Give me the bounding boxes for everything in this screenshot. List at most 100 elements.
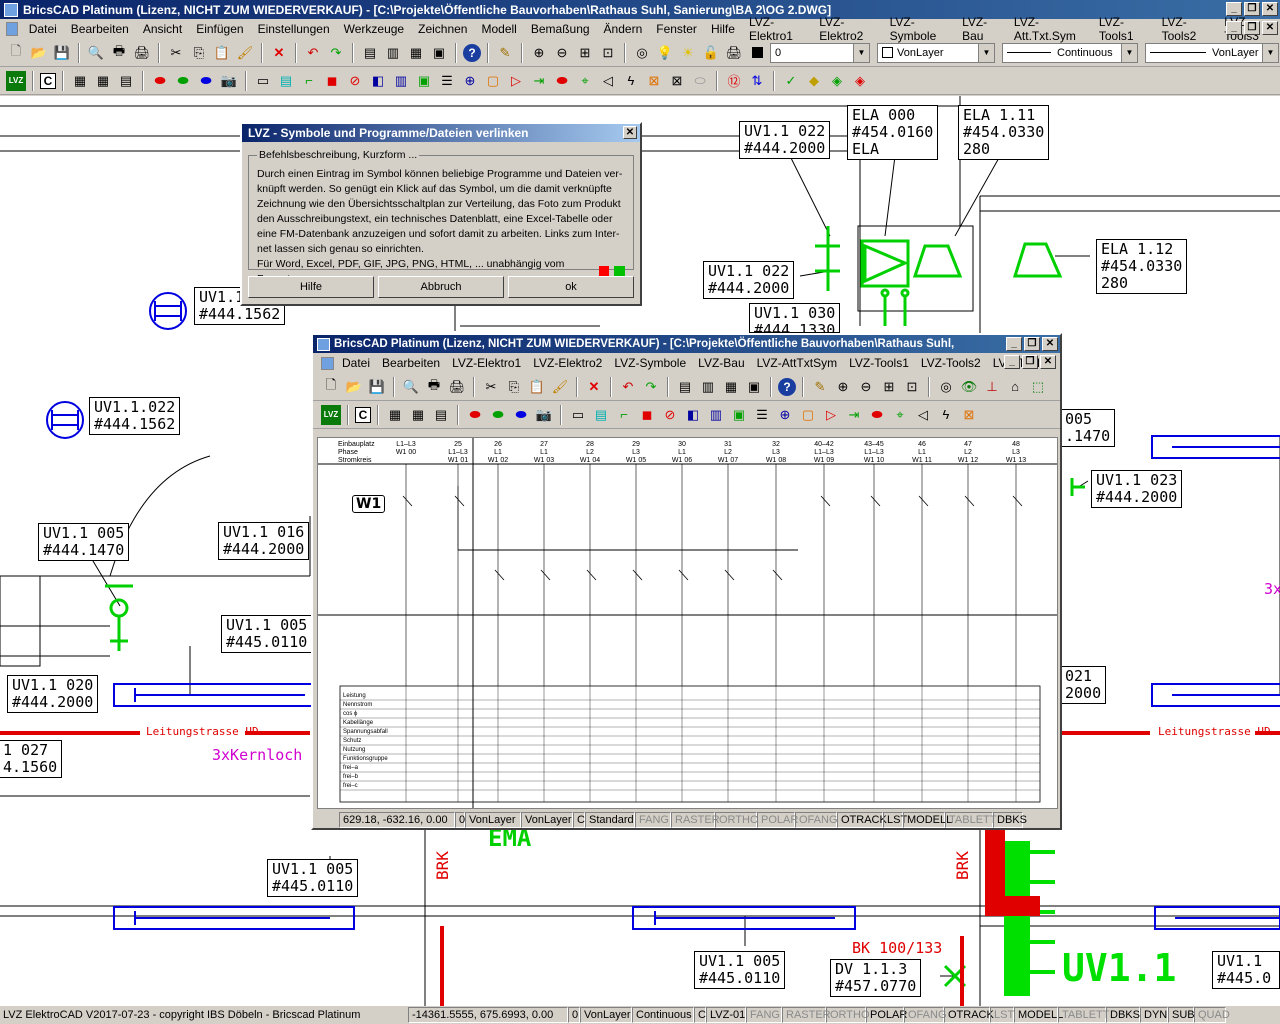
child-status-0[interactable]: 0 [455,812,465,828]
ok-button[interactable]: ok [508,276,634,298]
save-icon[interactable]: 💾 [367,377,387,397]
table-icon[interactable]: ▤ [431,405,451,425]
zoom-in-icon[interactable]: ⊕ [529,43,549,63]
zoom-window-icon[interactable]: ⊞ [575,43,595,63]
grid-icon[interactable]: ▦ [385,405,405,425]
child-doc-restore-button[interactable]: ❐ [1022,355,1038,369]
door-icon[interactable]: ◧ [683,405,703,425]
menu-item-einstellungen[interactable]: Einstellungen [251,22,337,36]
open-folder-icon[interactable]: 📂 [344,377,364,397]
orange-box-icon[interactable]: ▢ [483,71,503,91]
layer-select[interactable]: 0 ▼ [770,42,870,63]
circle-icon[interactable]: ⊕ [460,71,480,91]
status-toggle-c[interactable]: C [694,1007,706,1023]
child-restore-button[interactable]: ❐ [1024,337,1040,351]
design-center-icon[interactable]: ▦ [721,377,741,397]
child-status-otrack[interactable]: OTRACK [837,812,887,828]
lightning-icon[interactable]: ϟ [936,405,956,425]
play-icon[interactable]: ▷ [821,405,841,425]
properties-icon[interactable]: ▤ [360,43,380,63]
redo-icon[interactable]: ↷ [326,43,346,63]
child-status-ofang[interactable]: OFANG [795,812,838,828]
print-preview-icon[interactable]: 🔍 [401,377,421,397]
no-entry-icon[interactable]: ⊘ [660,405,680,425]
zoom-out-icon[interactable]: ⊖ [856,377,876,397]
match-properties-icon[interactable]: 🖌 [235,43,255,63]
menu-item-bemaßung[interactable]: Bemaßung [524,22,597,36]
zoom-in-icon[interactable]: ⊕ [833,377,853,397]
fire-icon[interactable]: ◼ [637,405,657,425]
cad-label[interactable]: UV1.1 #445.0 [1212,951,1280,989]
play-icon[interactable]: ▷ [506,71,526,91]
status-toggle-lst[interactable]: LST [990,1007,1014,1023]
c-symbol-icon[interactable]: C [40,72,56,89]
properties-icon[interactable]: ▤ [675,377,695,397]
child-doc-minimize-button[interactable]: _ [1004,355,1020,369]
match-properties-icon[interactable]: 🖌 [550,377,570,397]
cad-label[interactable]: UV1.1 030 #444.1330 [749,303,841,333]
blue-circle-icon[interactable]: ⬬ [511,405,531,425]
child-status-modell[interactable]: MODELL [903,812,952,828]
rectangle-icon[interactable]: ▭ [568,405,588,425]
cyan-table-icon[interactable]: ▤ [276,71,296,91]
print-icon[interactable]: 🖶 [109,43,129,63]
design-center-icon[interactable]: ▦ [406,43,426,63]
zoom-extents-icon[interactable]: ⊡ [598,43,618,63]
orange-box-icon[interactable]: ▢ [798,405,818,425]
box-x-icon[interactable]: ⊠ [644,71,664,91]
status-toggle-sub[interactable]: SUB [1168,1007,1195,1023]
green-check-icon[interactable]: ✓ [781,71,801,91]
child-status-raster[interactable]: RASTER [671,812,720,828]
list-icon[interactable]: ☰ [752,405,772,425]
cad-label[interactable]: 005 .1470 [1060,409,1116,447]
lvz-logo-icon[interactable]: LVZ [321,404,341,425]
rectangle-icon[interactable]: ▭ [253,71,273,91]
menu-item-hilfe[interactable]: Hilfe [704,22,742,36]
child-menu-item-lvz-tools1[interactable]: LVZ-Tools1 [843,356,915,370]
help-button[interactable]: Hilfe [248,276,374,298]
status-toggle-tablett[interactable]: TABLETT [1058,1007,1109,1023]
lightning-icon[interactable]: ϟ [621,71,641,91]
zoom-extents-icon[interactable]: ⊡ [902,377,922,397]
red-number-icon[interactable]: ⑫ [724,71,744,91]
status-toggle-quad[interactable]: QUAD [1194,1007,1230,1023]
status-toggle-dyn[interactable]: DYN [1140,1007,1168,1023]
cut-icon[interactable]: ✂ [166,43,186,63]
exit-icon[interactable]: ⇥ [844,405,864,425]
cad-label[interactable]: UV1.1 005 #445.0110 [694,951,786,989]
explorer-icon[interactable]: ▥ [698,377,718,397]
blue-circle-icon[interactable]: ⬬ [196,71,216,91]
child-menu-item-lvz-tools2[interactable]: LVZ-Tools2 [915,356,987,370]
layer-color-swatch[interactable] [747,43,767,63]
cad-label[interactable]: 1 027 4.1560 [0,740,63,778]
switch-icon[interactable]: ⌐ [614,405,634,425]
chevron-down-icon[interactable]: ▼ [978,43,994,62]
cad-label[interactable]: UV1.1 005 #444.1470 [38,523,130,561]
cancel-button[interactable]: Abbruch [378,276,504,298]
menu-item-bearbeiten[interactable]: Bearbeiten [64,22,136,36]
green-box-icon[interactable]: ▣ [729,405,749,425]
document-icon[interactable] [6,22,18,36]
cad-label[interactable]: DV 1.1.3 #457.0770 [830,959,922,997]
child-menu-item-datei[interactable]: Datei [336,356,376,370]
cabinet-icon[interactable]: ▥ [391,71,411,91]
help-icon[interactable]: ? [463,43,481,62]
new-file-icon[interactable]: 🗋 [321,377,341,397]
cad-label[interactable]: UV1.1 023 #444.2000 [1091,470,1183,508]
chevron-down-icon[interactable]: ▼ [1121,43,1137,62]
speaker-icon[interactable]: ◁ [913,405,933,425]
cad-label[interactable]: 021 2000 [1060,666,1107,704]
close-button[interactable]: ✕ [1262,2,1278,16]
c-symbol-icon[interactable]: C [355,406,371,423]
red-circle-icon[interactable]: ⬬ [150,71,170,91]
bricscad-app-icon[interactable] [317,337,330,351]
menu-item-fenster[interactable]: Fenster [649,22,704,36]
layer-manager-icon[interactable]: ◎ [936,377,956,397]
doc-close-button[interactable]: ✕ [1262,21,1278,35]
red-circle-icon[interactable]: ⬬ [465,405,485,425]
grid-icon[interactable]: ▦ [408,405,428,425]
cut-icon[interactable]: ✂ [481,377,501,397]
plot-layer-icon[interactable]: 🖨 [724,43,744,63]
lock-icon[interactable]: 🔓 [701,43,721,63]
chevron-down-icon[interactable]: ▼ [853,43,869,62]
